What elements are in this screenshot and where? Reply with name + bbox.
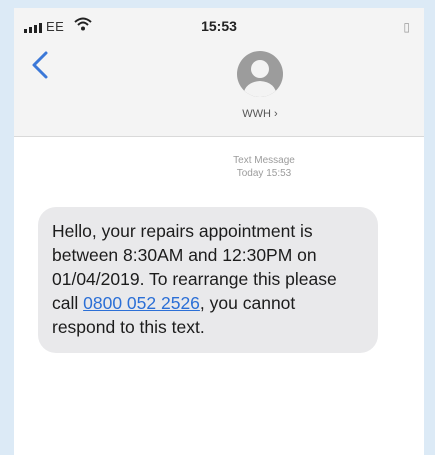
message-type-label: Text Message — [233, 155, 295, 166]
contact-avatar-icon[interactable] — [237, 51, 283, 97]
status-bar: EE 15:53 ▯ — [14, 8, 424, 38]
message-timestamp: Today 15:53 — [236, 168, 292, 179]
messages-screen: EE 15:53 ▯ WWH › Text Message Today 15:5… — [14, 8, 424, 455]
back-chevron-icon[interactable] — [28, 50, 52, 80]
conversation-header: EE 15:53 ▯ WWH › — [14, 8, 424, 137]
status-time: 15:53 — [201, 18, 237, 34]
contact-chevron: › — [274, 108, 278, 120]
thread-meta: Text Message Today 15:53 — [14, 154, 424, 180]
battery-icon: ▯ — [403, 20, 410, 34]
incoming-message-bubble: Hello, your repairs appointment is betwe… — [38, 207, 378, 353]
contact-name: WWH — [242, 108, 271, 120]
phone-number-link[interactable]: 0800 052 2526 — [83, 293, 200, 313]
contact-name-button[interactable]: WWH › — [14, 108, 424, 120]
